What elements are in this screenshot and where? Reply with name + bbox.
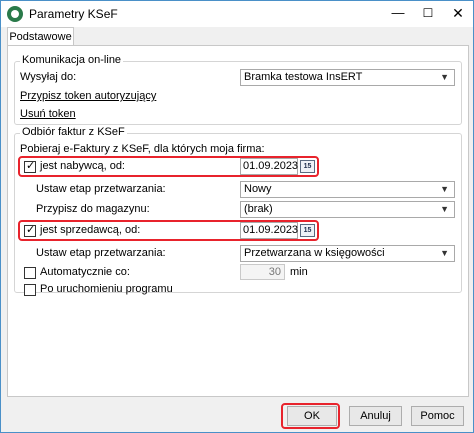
buyer-highlight [18,156,319,177]
seller-stage-select[interactable]: Przetwarzana w księgowości ▼ [240,245,455,262]
send-to-label: Wysyłaj do: [20,71,77,83]
close-icon[interactable]: ✕ [443,1,473,27]
startup-label: Po uruchomieniu programu [40,283,173,295]
receive-group-label: Odbiór faktur z KSeF [20,126,127,138]
send-to-select[interactable]: Bramka testowa InsERT ▼ [240,69,455,86]
online-group-label: Komunikacja on-line [20,54,124,66]
window-title: Parametry KSeF [29,7,118,21]
cancel-button[interactable]: Anuluj [349,406,402,426]
auto-interval-input[interactable]: 30 [240,264,285,280]
chevron-down-icon: ▼ [440,184,449,194]
chevron-down-icon: ▼ [440,72,449,82]
auto-checkbox[interactable] [24,267,36,279]
chevron-down-icon: ▼ [440,204,449,214]
tab-podstawowe[interactable]: Podstawowe [7,27,74,46]
tab-panel: Komunikacja on-line Wysyłaj do: Bramka t… [7,45,469,397]
buyer-warehouse-select[interactable]: (brak) ▼ [240,201,455,218]
remove-token-link[interactable]: Usuń token [20,108,76,120]
buyer-warehouse-label: Przypisz do magazynu: [36,203,150,215]
send-to-value: Bramka testowa InsERT [244,71,363,83]
help-button[interactable]: Pomoc [411,406,464,426]
chevron-down-icon: ▼ [440,248,449,258]
title-bar[interactable]: Parametry KSeF — ☐ ✕ [1,1,473,27]
auto-unit-label: min [290,266,308,278]
auto-label: Automatycznie co: [40,266,130,278]
app-icon [7,6,23,22]
receive-group: Odbiór faktur z KSeF Pobieraj e-Faktury … [14,126,462,296]
online-group: Komunikacja on-line Wysyłaj do: Bramka t… [14,54,462,125]
seller-highlight [18,220,319,241]
maximize-icon[interactable]: ☐ [413,1,443,27]
ok-highlight [281,403,340,429]
buyer-stage-value: Nowy [244,183,272,195]
seller-stage-value: Przetwarzana w księgowości [244,247,385,259]
startup-checkbox[interactable] [24,284,36,296]
buyer-warehouse-value: (brak) [244,203,273,215]
receive-intro: Pobieraj e-Faktury z KSeF, dla których m… [20,143,265,155]
minimize-icon[interactable]: — [383,1,413,27]
seller-stage-label: Ustaw etap przetwarzania: [36,247,166,259]
dialog-window: Parametry KSeF — ☐ ✕ Podstawowe Komunika… [0,0,474,433]
buyer-stage-select[interactable]: Nowy ▼ [240,181,455,198]
assign-token-link[interactable]: Przypisz token autoryzujący [20,90,156,102]
buyer-stage-label: Ustaw etap przetwarzania: [36,183,166,195]
